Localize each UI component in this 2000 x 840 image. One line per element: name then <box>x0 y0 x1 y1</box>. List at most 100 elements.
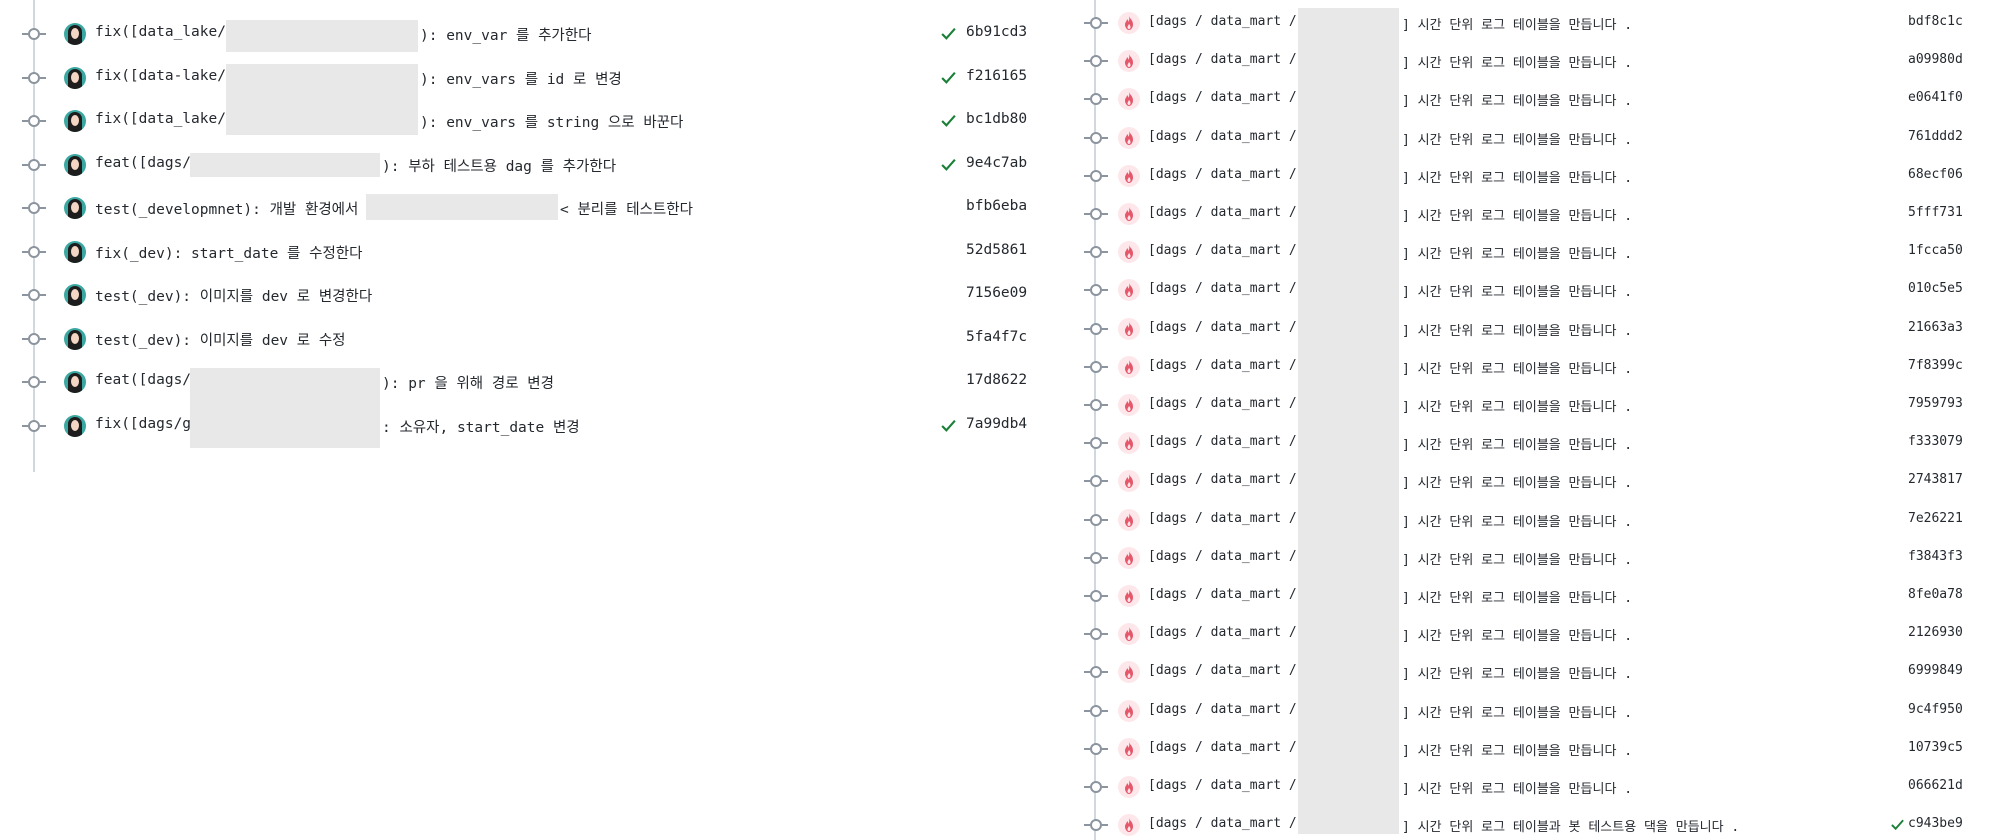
commit-sha[interactable]: 7e26221 <box>1908 511 1963 526</box>
commit-sha[interactable]: 68ecf06 <box>1908 167 1963 182</box>
commit-message-suffix[interactable]: ] 시간 단위 로그 테이블을 만듭니다 . <box>1402 511 1632 530</box>
commit-message-suffix[interactable]: ] 시간 단위 로그 테이블을 만듭니다 . <box>1402 778 1632 797</box>
commit-sha[interactable]: c943be9 <box>1908 816 1963 831</box>
commit-message[interactable]: fix(_dev): start_date 를 수정한다 <box>95 242 362 263</box>
commit-message[interactable]: [dags / data_mart / <box>1148 740 1297 755</box>
commit-message-suffix[interactable]: ] 시간 단위 로그 테이블을 만듭니다 . <box>1402 740 1632 759</box>
commit-message[interactable]: [dags / data_mart / <box>1148 358 1297 373</box>
commit-message[interactable]: [dags / data_mart / <box>1148 129 1297 144</box>
commit-message-suffix[interactable]: ] 시간 단위 로그 테이블을 만듭니다 . <box>1402 625 1632 644</box>
commit-message-suffix[interactable]: : 소유자, start_date 변경 <box>382 416 580 437</box>
node-stub <box>1102 595 1108 597</box>
commit-message-suffix[interactable]: ] 시간 단위 로그 테이블을 만듭니다 . <box>1402 243 1632 262</box>
commit-message[interactable]: [dags / data_mart / <box>1148 434 1297 449</box>
commit-message[interactable]: [dags / data_mart / <box>1148 281 1297 296</box>
commit-message-suffix[interactable]: ): env_vars 를 string 으로 바꾼다 <box>420 111 683 132</box>
commit-message[interactable]: test(_dev): 이미지를 dev 로 변경한다 <box>95 285 372 306</box>
commit-sha[interactable]: 7156e09 <box>966 285 1027 301</box>
commit-message-suffix[interactable]: ] 시간 단위 로그 테이블을 만듭니다 . <box>1402 702 1632 721</box>
commit-message[interactable]: [dags / data_mart / <box>1148 472 1297 487</box>
commit-message[interactable]: feat([dags/ <box>95 372 191 388</box>
commit-sha[interactable]: f333079 <box>1908 434 1963 449</box>
commit-message-suffix[interactable]: ): env_vars 를 id 로 변경 <box>420 68 622 89</box>
commit-message[interactable]: [dags / data_mart / <box>1148 396 1297 411</box>
commit-message-suffix[interactable]: ] 시간 단위 로그 테이블을 만듭니다 . <box>1402 358 1632 377</box>
commit-message-suffix[interactable]: ] 시간 단위 로그 테이블을 만듭니다 . <box>1402 52 1632 71</box>
commit-message[interactable]: [dags / data_mart / <box>1148 549 1297 564</box>
user-avatar-icon <box>64 327 86 350</box>
commit-sha[interactable]: 6b91cd3 <box>966 24 1027 40</box>
commit-message[interactable]: test(_dev): 이미지를 dev 로 수정 <box>95 329 346 350</box>
commit-message[interactable]: fix([data-lake/ <box>95 68 226 84</box>
commit-sha[interactable]: bc1db80 <box>966 111 1027 127</box>
commit-sha[interactable]: f3843f3 <box>1908 549 1963 564</box>
commit-message-suffix[interactable]: ): 부하 테스트용 dag 를 추가한다 <box>382 155 616 176</box>
commit-message-suffix[interactable]: ] 시간 단위 로그 테이블을 만듭니다 . <box>1402 663 1632 682</box>
commit-sha[interactable]: 2126930 <box>1908 625 1963 640</box>
commit-message-suffix[interactable]: ] 시간 단위 로그 테이블을 만듭니다 . <box>1402 396 1632 415</box>
commit-message[interactable]: feat([dags/ <box>95 155 191 171</box>
redacted-area <box>1298 8 1399 834</box>
commit-message[interactable]: [dags / data_mart / <box>1148 511 1297 526</box>
commit-message-suffix[interactable]: ] 시간 단위 로그 테이블을 만듭니다 . <box>1402 434 1632 453</box>
commit-message[interactable]: fix([data_lake/ <box>95 24 226 40</box>
commit-sha[interactable]: 7f8399c <box>1908 358 1963 373</box>
commit-message-suffix[interactable]: ] 시간 단위 로그 테이블을 만듭니다 . <box>1402 90 1632 109</box>
commit-message[interactable]: fix([dags/g <box>95 416 191 432</box>
commit-sha[interactable]: 010c5e5 <box>1908 281 1963 296</box>
commit-message-suffix[interactable]: ] 시간 단위 로그 테이블을 만듭니다 . <box>1402 320 1632 339</box>
commit-message-suffix[interactable]: ] 시간 단위 로그 테이블을 만듭니다 . <box>1402 167 1632 186</box>
commit-sha[interactable]: 21663a3 <box>1908 320 1963 335</box>
commit-message[interactable]: fix([data_lake/ <box>95 111 226 127</box>
commit-message[interactable]: [dags / data_mart / <box>1148 14 1297 29</box>
commit-message-suffix[interactable]: ] 시간 단위 로그 테이블을 만듭니다 . <box>1402 14 1632 33</box>
commit-message[interactable]: [dags / data_mart / <box>1148 52 1297 67</box>
commit-message-suffix[interactable]: ): env_var 를 추가한다 <box>420 24 591 45</box>
commit-sha[interactable]: a09980d <box>1908 52 1963 67</box>
commit-message[interactable]: test(_developmnet): 개발 환경에서 r <box>95 198 376 219</box>
commit-sha[interactable]: 17d8622 <box>966 372 1027 388</box>
node-stub <box>40 207 46 209</box>
commit-message-suffix[interactable]: ] 시간 단위 로그 테이블을 만듭니다 . <box>1402 587 1632 606</box>
commit-message[interactable]: [dags / data_mart / <box>1148 243 1297 258</box>
commit-message-suffix[interactable]: ] 시간 단위 로그 테이블을 만듭니다 . <box>1402 205 1632 224</box>
commit-sha[interactable]: e0641f0 <box>1908 90 1963 105</box>
commit-message[interactable]: [dags / data_mart / <box>1148 587 1297 602</box>
commit-message[interactable]: [dags / data_mart / <box>1148 167 1297 182</box>
commit-sha[interactable]: 761ddd2 <box>1908 129 1963 144</box>
commit-message-suffix[interactable]: ] 시간 단위 로그 테이블을 만듭니다 . <box>1402 281 1632 300</box>
commit-sha[interactable]: 7959793 <box>1908 396 1963 411</box>
commit-sha[interactable]: 2743817 <box>1908 472 1963 487</box>
commit-message[interactable]: [dags / data_mart / <box>1148 625 1297 640</box>
commit-message-suffix[interactable]: ] 시간 단위 로그 테이블을 만듭니다 . <box>1402 549 1632 568</box>
commit-message[interactable]: [dags / data_mart / <box>1148 90 1297 105</box>
commit-sha[interactable]: 6999849 <box>1908 663 1963 678</box>
fire-avatar-icon <box>1118 432 1140 455</box>
commit-sha[interactable]: 5fa4f7c <box>966 329 1027 345</box>
commit-message-suffix[interactable]: < 분리를 테스트한다 <box>560 198 693 219</box>
commit-sha[interactable]: 066621d <box>1908 778 1963 793</box>
commit-sha[interactable]: 5fff731 <box>1908 205 1963 220</box>
commit-message-suffix[interactable]: ): pr 을 위해 경로 변경 <box>382 372 554 393</box>
commit-message[interactable]: [dags / data_mart / <box>1148 778 1297 793</box>
commit-message[interactable]: [dags / data_mart / <box>1148 205 1297 220</box>
user-avatar-icon <box>64 153 86 176</box>
commit-sha[interactable]: 9e4c7ab <box>966 155 1027 171</box>
commit-sha[interactable]: 7a99db4 <box>966 416 1027 432</box>
commit-sha[interactable]: bfb6eba <box>966 198 1027 214</box>
commit-sha[interactable]: f216165 <box>966 68 1027 84</box>
commit-message-suffix[interactable]: ] 시간 단위 로그 테이블을 만듭니다 . <box>1402 472 1632 491</box>
commit-sha[interactable]: 52d5861 <box>966 242 1027 258</box>
commit-message[interactable]: [dags / data_mart / <box>1148 816 1297 831</box>
commit-message[interactable]: [dags / data_mart / <box>1148 702 1297 717</box>
commit-message-suffix[interactable]: ] 시간 단위 로그 테이블과 봇 테스트용 댁을 만듭니다 . <box>1402 816 1739 835</box>
commit-sha[interactable]: 9c4f950 <box>1908 702 1963 717</box>
commit-sha[interactable]: bdf8c1c <box>1908 14 1963 29</box>
commit-sha[interactable]: 1fcca50 <box>1908 243 1963 258</box>
commit-sha[interactable]: 10739c5 <box>1908 740 1963 755</box>
commit-message-suffix[interactable]: ] 시간 단위 로그 테이블을 만듭니다 . <box>1402 129 1632 148</box>
commit-node-icon <box>1090 284 1102 297</box>
commit-message[interactable]: [dags / data_mart / <box>1148 320 1297 335</box>
commit-message[interactable]: [dags / data_mart / <box>1148 663 1297 678</box>
commit-sha[interactable]: 8fe0a78 <box>1908 587 1963 602</box>
